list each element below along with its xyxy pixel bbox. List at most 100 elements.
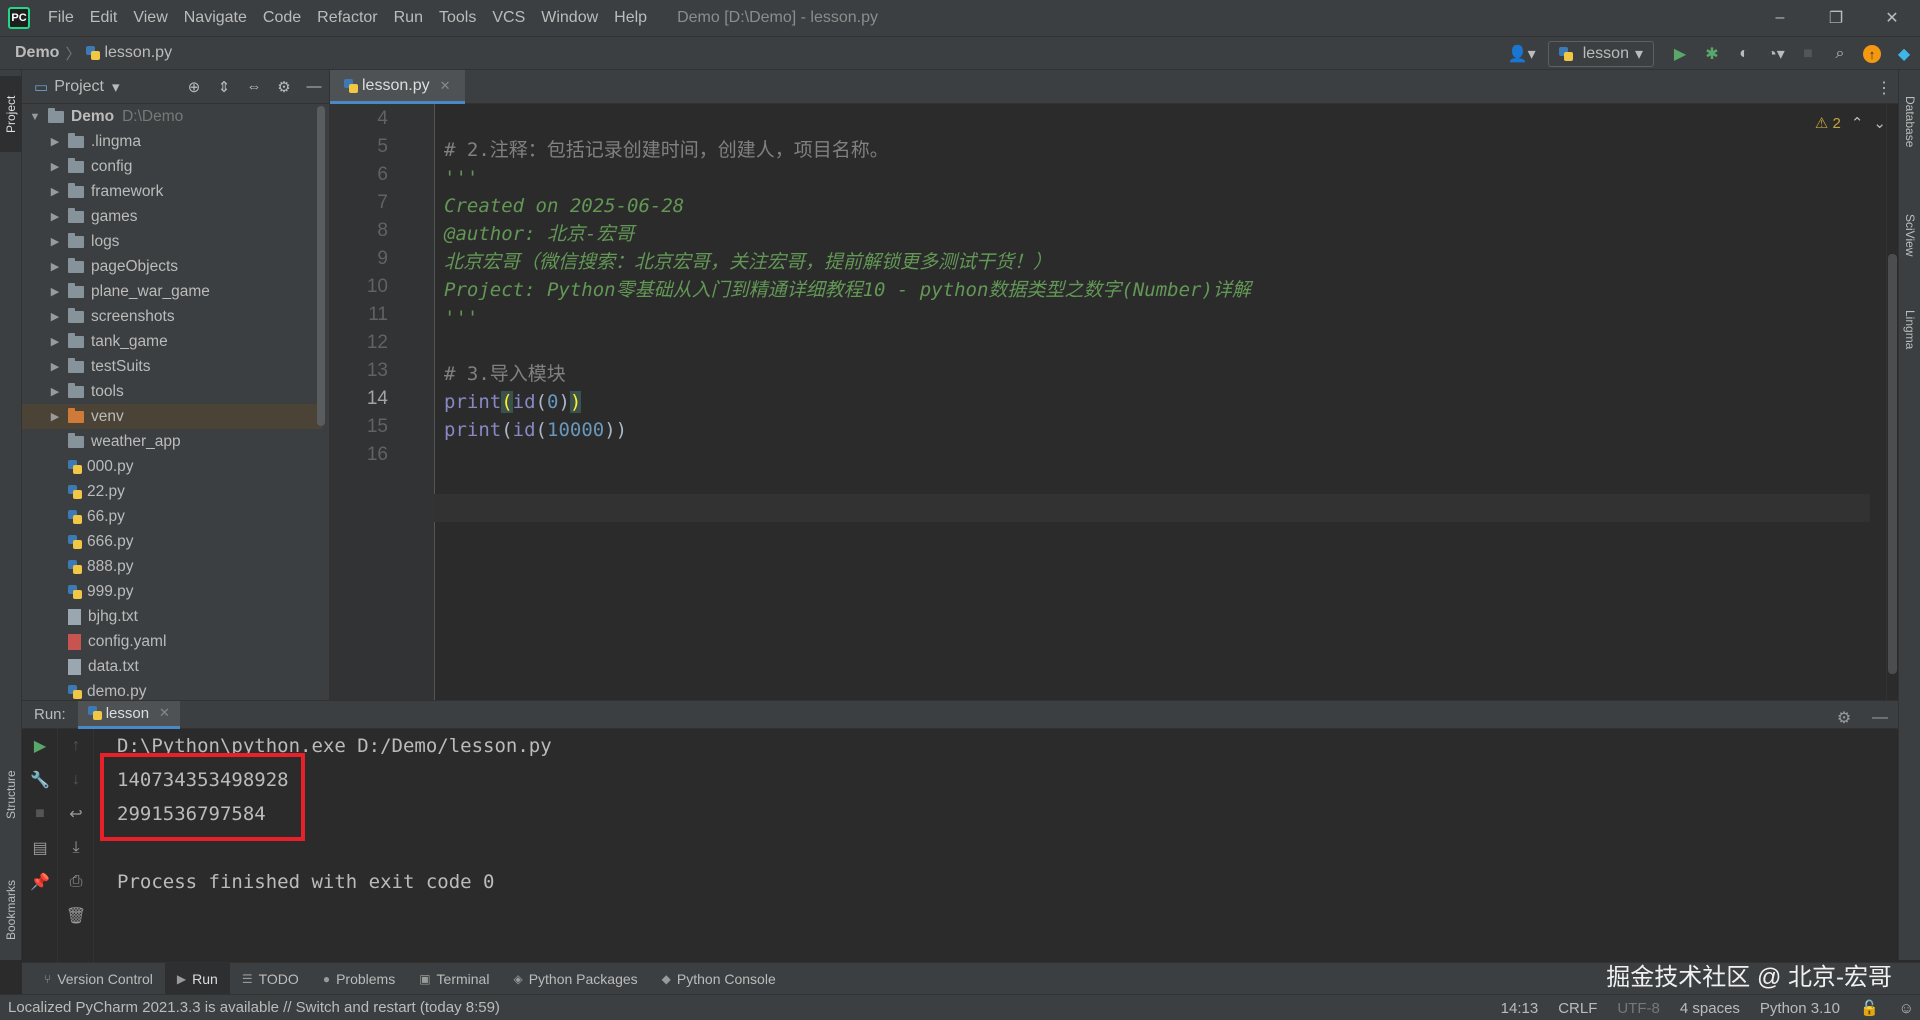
debug-icon[interactable]: ✱ — [1696, 37, 1728, 71]
tree-item[interactable]: config.yaml — [22, 629, 322, 654]
user-icon[interactable]: 👤▾ — [1506, 37, 1538, 71]
chevron-right-icon[interactable]: ▶ — [48, 210, 62, 223]
jetbrains-space-icon[interactable]: ◆ — [1888, 37, 1920, 71]
chevron-right-icon[interactable]: ▶ — [48, 285, 62, 298]
tool-tab-database[interactable]: Database — [1899, 82, 1920, 162]
pin-icon[interactable]: 📌 — [22, 865, 58, 899]
menu-vcs[interactable]: VCS — [484, 0, 533, 36]
toolwindow-run[interactable]: ▶ Run — [164, 962, 230, 995]
menu-view[interactable]: View — [125, 0, 175, 36]
menu-refactor[interactable]: Refactor — [309, 0, 385, 36]
expand-all-icon[interactable]: ⇕ — [209, 70, 239, 104]
tree-item[interactable]: 66.py — [22, 504, 322, 529]
menu-code[interactable]: Code — [255, 0, 309, 36]
stop-icon[interactable]: ■ — [22, 797, 58, 831]
tree-item[interactable]: 888.py — [22, 554, 322, 579]
coverage-icon[interactable]: ◐ — [1728, 37, 1760, 71]
tree-item[interactable]: bjhg.txt — [22, 604, 322, 629]
run-icon[interactable]: ▶ — [1664, 37, 1696, 71]
project-panel-title[interactable]: Project — [54, 78, 104, 96]
run-tab-lesson[interactable]: lesson ✕ — [77, 700, 180, 729]
tab-lesson-py[interactable]: lesson.py ✕ — [330, 70, 465, 104]
tree-item[interactable]: demo.py — [22, 679, 322, 700]
chevron-right-icon[interactable]: ▶ — [48, 260, 62, 273]
menu-window[interactable]: Window — [533, 0, 606, 36]
layout-icon[interactable]: ▤ — [22, 831, 58, 865]
chevron-right-icon[interactable]: ▶ — [48, 410, 62, 423]
notifications-icon[interactable]: ☺ — [1889, 1000, 1920, 1017]
toolwindow-terminal[interactable]: ▣ Terminal — [407, 963, 501, 995]
chevron-right-icon[interactable]: ▶ — [48, 160, 62, 173]
chevron-right-icon[interactable]: ▶ — [48, 385, 62, 398]
tree-item[interactable]: ▶ games — [22, 204, 322, 229]
close-icon[interactable]: ✕ — [440, 78, 451, 94]
tool-tab-project[interactable]: Project — [0, 76, 22, 152]
line-separator[interactable]: CRLF — [1548, 1000, 1607, 1017]
tree-item[interactable]: ▶ testSuits — [22, 354, 322, 379]
tool-tab-structure[interactable]: Structure — [0, 750, 22, 840]
tree-item[interactable]: 000.py — [22, 454, 322, 479]
arrow-up-icon[interactable]: ↑ — [58, 729, 94, 763]
tool-tab-lingma[interactable]: Lingma — [1899, 290, 1920, 370]
gear-icon[interactable]: ⚙ — [1826, 701, 1862, 735]
gear-icon[interactable]: ⚙ — [269, 70, 299, 104]
indent-setting[interactable]: 4 spaces — [1670, 1000, 1750, 1017]
tree-item[interactable]: ▶ tools — [22, 379, 322, 404]
chevron-right-icon[interactable]: ▶ — [48, 235, 62, 248]
lock-icon[interactable]: 🔓 — [1850, 999, 1889, 1017]
tree-item[interactable]: 666.py — [22, 529, 322, 554]
arrow-down-icon[interactable]: ↓ — [58, 763, 94, 797]
next-highlight-icon[interactable]: ⌄ — [1873, 114, 1886, 132]
tool-tab-sciview[interactable]: SciView — [1899, 190, 1920, 280]
trash-icon[interactable]: 🗑 — [58, 899, 94, 933]
tree-item[interactable]: 22.py — [22, 479, 322, 504]
breadcrumb-project[interactable]: Demo — [15, 44, 59, 62]
menu-edit[interactable]: Edit — [82, 0, 126, 36]
editor-scroll-thumb[interactable] — [1888, 254, 1897, 674]
code-editor[interactable]: # 2.注释：包括记录创建时间，创建人，项目名称。 ''' Created on 2… — [444, 104, 1864, 700]
tree-item[interactable]: data.txt — [22, 654, 322, 679]
inspection-widget[interactable]: ⚠ 2 ⌃ ⌄ — [1815, 114, 1886, 132]
print-icon[interactable]: ⎙ — [58, 865, 94, 899]
warning-count[interactable]: ⚠ 2 — [1815, 114, 1841, 132]
collapse-all-icon[interactable]: ⇔ — [239, 70, 269, 104]
run-configuration-select[interactable]: lesson ▾ — [1547, 41, 1654, 67]
minimize-button[interactable]: – — [1752, 0, 1808, 36]
scroll-to-end-icon[interactable]: ⤓ — [58, 831, 94, 865]
tree-item[interactable]: ▶ pageObjects — [22, 254, 322, 279]
stop-icon[interactable]: ■ — [1792, 37, 1824, 71]
rerun-icon[interactable]: ▶ — [22, 729, 58, 763]
chevron-down-icon[interactable]: ▼ — [28, 111, 42, 123]
status-message[interactable]: Localized PyCharm 2021.3.3 is available … — [8, 999, 500, 1016]
menu-navigate[interactable]: Navigate — [176, 0, 255, 36]
close-icon[interactable]: ✕ — [159, 705, 170, 721]
python-interpreter[interactable]: Python 3.10 — [1750, 1000, 1850, 1017]
tree-item[interactable]: ▶ .lingma — [22, 129, 322, 154]
update-button[interactable]: ↑ — [1856, 37, 1888, 71]
tree-item[interactable]: ▶ plane_war_game — [22, 279, 322, 304]
previous-highlight-icon[interactable]: ⌃ — [1851, 114, 1864, 132]
file-encoding[interactable]: UTF-8 — [1607, 1000, 1670, 1017]
tool-tab-bookmarks[interactable]: Bookmarks — [0, 860, 22, 960]
menu-help[interactable]: Help — [606, 0, 655, 36]
editor-scrollbar[interactable] — [1886, 104, 1898, 700]
more-tabs-icon[interactable]: ⋮ — [1876, 78, 1892, 98]
tree-item[interactable]: ▶ screenshots — [22, 304, 322, 329]
menu-run[interactable]: Run — [386, 0, 431, 36]
chevron-right-icon[interactable]: ▶ — [48, 335, 62, 348]
chevron-down-icon[interactable]: ▾ — [112, 78, 120, 96]
chevron-right-icon[interactable]: ▶ — [48, 360, 62, 373]
chevron-right-icon[interactable]: ▶ — [48, 310, 62, 323]
tree-item[interactable]: ▶ logs — [22, 229, 322, 254]
tree-item[interactable]: ▶ framework — [22, 179, 322, 204]
toolwindow-problems[interactable]: ● Problems — [311, 963, 407, 995]
menu-tools[interactable]: Tools — [431, 0, 484, 36]
toolwindow-version-control[interactable]: ⑂ Version Control — [32, 963, 165, 995]
hide-icon[interactable]: — — [299, 70, 329, 104]
locate-icon[interactable]: ⊕ — [179, 70, 209, 104]
breadcrumb-file[interactable]: lesson.py — [104, 44, 172, 62]
search-icon[interactable]: ⌕ — [1824, 37, 1856, 71]
close-window-button[interactable]: ✕ — [1864, 0, 1920, 36]
chevron-right-icon[interactable]: ▶ — [48, 135, 62, 148]
tree-item[interactable]: weather_app — [22, 429, 322, 454]
